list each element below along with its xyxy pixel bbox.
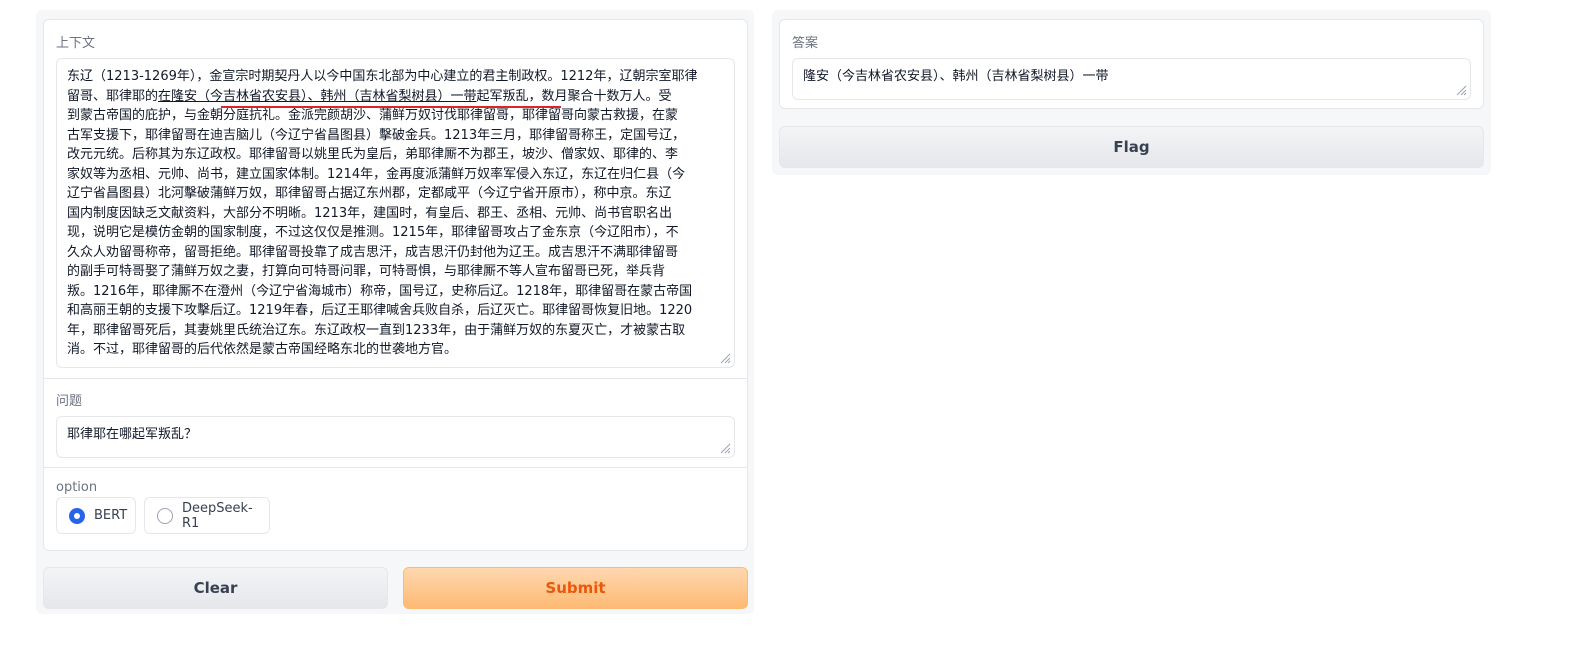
context-textarea[interactable]: 东辽（1213-1269年），金宣宗时期契丹人以今中国东北部为中心建立的君主制政… [56,58,735,368]
context-line: 东辽（1213-1269年），金宣宗时期契丹人以今中国东北部为中心建立的君主制政… [67,69,698,84]
input-form: 上下文 东辽（1213-1269年），金宣宗时期契丹人以今中国东北部为中心建立的… [43,19,748,551]
context-line: 的副手可特哥娶了蒲鲜万奴之妻，打算向可特哥问罪，可特哥惧，与耶律厮不等人宣布留哥… [67,264,666,279]
context-line: 年，耶律留哥死后，其妻姚里氏统治辽东。东辽政权一直到1233年，由于蒲鲜万奴的东… [67,322,686,338]
answer-label: 答案 [792,36,819,51]
context-line: 国内制度因缺乏文献资料，大部分不明晰。1213年，建国时，有皇后、郡王、丞相、元… [67,205,673,221]
context-line: 留哥、耶律耶的在隆安（今吉林省农安县）、韩州（吉林省梨树县）一带起军叛乱，数月聚… [67,87,724,107]
context-line: 久众人劝留哥称帝，留哥拒绝。耶律留哥投靠了成吉思汗，成吉思汗仍封他为辽王。成吉思… [67,244,679,260]
radio-option-deepseek[interactable]: DeepSeek-R1 [144,497,270,534]
radio-option-label: DeepSeek-R1 [182,500,253,531]
radio-option-bert[interactable]: BERT [56,497,136,534]
resize-handle-icon[interactable] [720,353,731,364]
context-text: 留哥、耶律耶的 [67,88,159,104]
context-line: 辽宁省昌图县）北河擊破蒲鲜万奴，耶律留哥占据辽东州郡，定都咸平（今辽宁省开原市）… [67,186,672,201]
answer-value: 隆安（今吉林省农安县）、韩州（吉林省梨树县）一带 [803,69,1109,84]
option-label: option [56,480,98,495]
clear-button[interactable]: Clear [43,567,388,609]
divider [44,467,747,468]
context-line: 到蒙古帝国的庇护，与金朝分庭抗礼。金派完颜胡沙、蒲鲜万奴讨伐耶律留哥，耶律留哥向… [67,108,679,123]
context-label: 上下文 [56,36,96,51]
radio-unselected-icon [157,507,173,524]
context-line: 和高丽王朝的支援下攻擊后辽。1219年春，后辽王耶律喊舍兵败自杀，后辽灭亡。耶律… [67,303,693,318]
context-highlight: 在隆安（今吉林省农安县）、韩州（吉林省梨树县）一带 [158,88,477,104]
question-textarea[interactable]: 耶律耶在哪起军叛乱？ [56,416,735,458]
input-column: 上下文 东辽（1213-1269年），金宣宗时期契丹人以今中国东北部为中心建立的… [36,10,754,614]
answer-highlight-underline [221,106,561,108]
output-column: 答案 隆安（今吉林省农安县）、韩州（吉林省梨树县）一带 Flag [772,10,1491,175]
question-value: 耶律耶在哪起军叛乱？ [67,427,198,442]
divider [44,378,747,379]
answer-panel: 答案 隆安（今吉林省农安县）、韩州（吉林省梨树县）一带 [779,19,1484,109]
resize-handle-icon[interactable] [1456,85,1467,96]
context-line: 改元元统。后称其为东辽政权。耶律留哥以姚里氏为皇后，弟耶律厮不为郡王，坡沙、僧家… [67,147,679,162]
radio-option-label: BERT [94,508,128,523]
question-label: 问题 [56,394,83,409]
submit-button[interactable]: Submit [403,567,748,609]
answer-textbox[interactable]: 隆安（今吉林省农安县）、韩州（吉林省梨树县）一带 [792,58,1471,100]
context-text: 起军叛乱，数月聚合十数万人。受 [476,88,672,104]
context-line: 家奴等为丞相、元帅、尚书，建立国家体制。1214年，金再度派蒲鲜万奴率军侵入东辽… [67,166,686,182]
flag-button[interactable]: Flag [779,126,1484,168]
context-line: 现，说明它是模仿金朝的国家制度，不过这仅仅是推测。1215年，耶律留哥攻占了金东… [67,225,679,240]
context-line: 古军支援下，耶律留哥在迪吉脑儿（今辽宁省昌图县）擊破金兵。1213年三月，耶律留… [67,127,686,143]
resize-handle-icon[interactable] [720,443,731,454]
radio-selected-icon [69,507,85,524]
context-line: 叛。1216年，耶律厮不在澄州（今辽宁省海城市）称帝，国号辽，史称后辽。1218… [67,283,693,299]
context-line: 消。不过，耶律留哥的后代依然是蒙古帝国经略东北的世袭地方官。 [67,342,458,357]
